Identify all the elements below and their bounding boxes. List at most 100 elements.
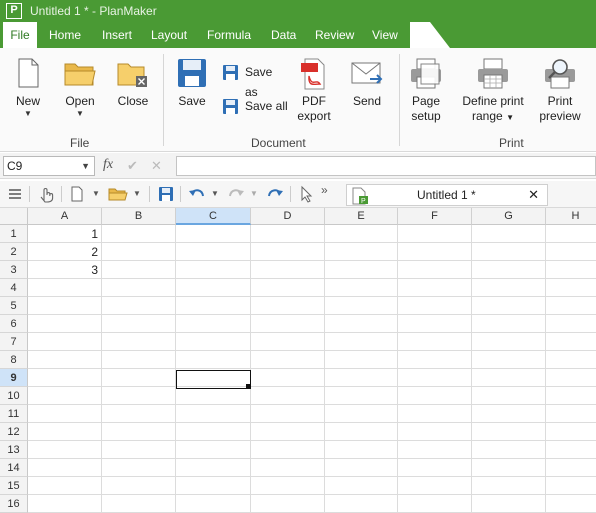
- page-setup-label-line2: setup: [411, 109, 441, 123]
- send-button[interactable]: Send: [346, 58, 388, 109]
- cell-a3[interactable]: 3: [28, 261, 102, 279]
- envelope-icon: [351, 62, 383, 84]
- save-as-button[interactable]: Save as: [222, 62, 286, 99]
- select-all-corner[interactable]: [0, 208, 28, 225]
- repeat-icon[interactable]: [266, 185, 284, 203]
- fill-handle[interactable]: [246, 384, 251, 389]
- row-header-5[interactable]: 5: [0, 297, 28, 315]
- chevron-down-icon[interactable]: ▼: [92, 185, 100, 203]
- row-header-9[interactable]: 9: [0, 369, 28, 387]
- row-header-7[interactable]: 7: [0, 333, 28, 351]
- gridline-horizontal: [28, 422, 596, 423]
- pdf-export-button[interactable]: PDF export: [294, 58, 334, 124]
- close-document-icon: [117, 63, 147, 87]
- row-header-12[interactable]: 12: [0, 423, 28, 441]
- toolbar-separator: [61, 186, 62, 202]
- cell-a1[interactable]: 1: [28, 225, 102, 243]
- print-preview-button[interactable]: Print preview: [536, 58, 584, 124]
- save-icon[interactable]: [158, 185, 174, 203]
- group-label-file: File: [70, 136, 90, 150]
- tab-layout[interactable]: Layout: [145, 22, 193, 48]
- spreadsheet-grid[interactable]: A B C D E F G H 1 2 3 4 5 6 7 8 9 10 11 12 13 14 15 16 1 2 3: [0, 208, 596, 513]
- column-header-a[interactable]: A: [28, 208, 102, 225]
- column-header-b[interactable]: B: [102, 208, 176, 225]
- gridline-horizontal: [28, 314, 596, 315]
- formula-input[interactable]: [176, 156, 596, 176]
- cancel-icon[interactable]: ✕: [151, 158, 162, 174]
- toolbar-separator: [290, 186, 291, 202]
- pdf-icon: [301, 58, 325, 90]
- toolbar: ▼ ▼ ▼ ▼ » P Untitled 1 * ✕: [0, 181, 596, 208]
- tab-data[interactable]: Data: [265, 22, 302, 48]
- row-header-10[interactable]: 10: [0, 387, 28, 405]
- row-header-4[interactable]: 4: [0, 279, 28, 297]
- undo-icon[interactable]: [188, 185, 206, 203]
- row-header-2[interactable]: 2: [0, 243, 28, 261]
- column-header-h[interactable]: H: [546, 208, 596, 225]
- row-header-13[interactable]: 13: [0, 441, 28, 459]
- row-header-3[interactable]: 3: [0, 261, 28, 279]
- save-as-icon: [223, 65, 238, 80]
- save-all-label: Save all: [245, 99, 288, 113]
- row-header-1[interactable]: 1: [0, 225, 28, 243]
- close-icon[interactable]: ✕: [528, 187, 539, 203]
- redo-icon: [227, 185, 245, 203]
- pdf-export-label-line2: export: [297, 109, 331, 123]
- row-header-14[interactable]: 14: [0, 459, 28, 477]
- group-label-print: Print: [499, 136, 524, 150]
- confirm-icon[interactable]: ✔: [127, 158, 138, 174]
- column-header-g[interactable]: G: [472, 208, 546, 225]
- row-header-8[interactable]: 8: [0, 351, 28, 369]
- save-icon: [178, 59, 206, 87]
- row-header-11[interactable]: 11: [0, 405, 28, 423]
- formula-bar: C9 ▼ fx ✔ ✕: [0, 153, 596, 179]
- chevron-down-icon: ▼: [24, 109, 32, 118]
- save-all-button[interactable]: Save all: [222, 96, 288, 116]
- column-header-c[interactable]: C: [176, 208, 251, 225]
- tab-formula[interactable]: Formula: [201, 22, 257, 48]
- function-icon[interactable]: fx: [103, 157, 113, 173]
- select-cursor-icon[interactable]: [299, 185, 313, 203]
- selected-cell-c9[interactable]: [176, 370, 251, 389]
- open-label: Open: [65, 94, 95, 108]
- close-button[interactable]: Close: [112, 58, 154, 109]
- menu-icon[interactable]: [8, 185, 22, 203]
- ribbon: New ▼ Open ▼ Close File Save Save as Sav…: [0, 48, 596, 152]
- more-tools-icon[interactable]: »: [321, 181, 328, 199]
- chevron-down-icon[interactable]: ▼: [81, 157, 90, 175]
- column-header-e[interactable]: E: [325, 208, 398, 225]
- cell-reference-box[interactable]: C9 ▼: [3, 156, 95, 176]
- print-range-icon: [478, 58, 508, 89]
- row-header-16[interactable]: 16: [0, 495, 28, 513]
- save-button[interactable]: Save: [172, 58, 212, 109]
- svg-text:P: P: [361, 198, 366, 205]
- print-preview-label-line2: preview: [539, 109, 581, 123]
- cell-a2[interactable]: 2: [28, 243, 102, 261]
- new-document-icon[interactable]: [70, 185, 84, 203]
- save-label: Save: [178, 94, 206, 108]
- tab-insert[interactable]: Insert: [96, 22, 138, 48]
- column-header-d[interactable]: D: [251, 208, 325, 225]
- gridline-vertical: [397, 225, 398, 513]
- folder-open-icon[interactable]: [108, 185, 128, 203]
- touch-mode-icon[interactable]: [38, 185, 54, 203]
- tab-home[interactable]: Home: [43, 22, 87, 48]
- gridline-horizontal: [28, 440, 596, 441]
- chevron-down-icon[interactable]: ▼: [133, 185, 141, 203]
- row-header-6[interactable]: 6: [0, 315, 28, 333]
- row-header-15[interactable]: 15: [0, 477, 28, 495]
- chevron-down-icon[interactable]: ▼: [211, 185, 219, 203]
- chevron-down-icon: ▼: [250, 189, 258, 198]
- gridline-horizontal: [28, 278, 596, 279]
- group-separator: [163, 54, 164, 146]
- page-setup-button[interactable]: Page setup: [406, 58, 446, 124]
- define-print-range-button[interactable]: Define print range ▼: [458, 58, 528, 125]
- tab-file[interactable]: File: [3, 22, 37, 48]
- column-header-f[interactable]: F: [398, 208, 472, 225]
- tab-review[interactable]: Review: [309, 22, 360, 48]
- new-label: New: [15, 94, 40, 108]
- tab-view[interactable]: View: [366, 22, 404, 48]
- document-tab[interactable]: P Untitled 1 * ✕: [346, 184, 548, 206]
- open-button[interactable]: Open ▼: [60, 58, 100, 119]
- new-button[interactable]: New ▼: [8, 58, 48, 119]
